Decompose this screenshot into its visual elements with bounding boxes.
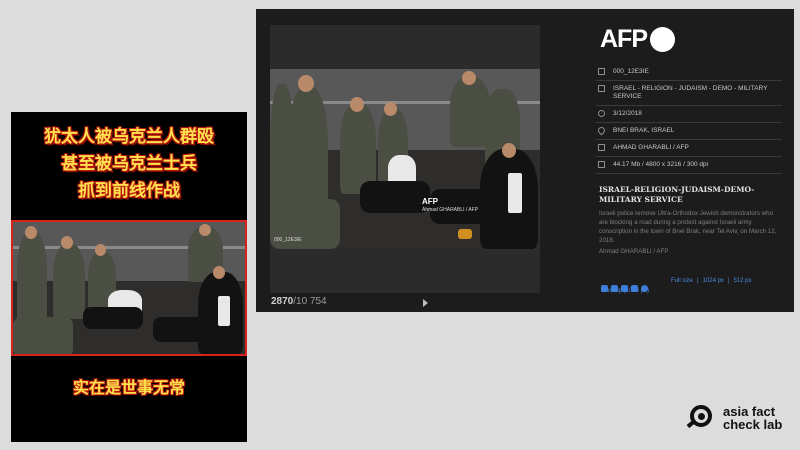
counter-current: 2870 xyxy=(271,296,294,307)
size-link-512[interactable]: 512 px xyxy=(734,278,752,284)
meta-id: 000_12E3IE xyxy=(613,68,649,75)
meta-row-date: 3/12/2018 xyxy=(596,106,782,123)
image-counter: 2870/10 754 xyxy=(271,296,327,307)
meta-row-file: 44.17 Mb / 4800 x 3216 / 300 dpi xyxy=(596,157,782,174)
photo-tools: Full size | 1024 px | 512 px Mockup (1024 px… xyxy=(601,278,791,297)
post-photo xyxy=(11,220,247,356)
afp-logo-dot xyxy=(650,27,675,52)
file-icon xyxy=(598,161,605,168)
brand-line-2: check lab xyxy=(723,417,783,432)
image-viewer[interactable]: AFP Ahmad GHARABLI / AFP 000_12E3IE xyxy=(270,25,540,293)
post-caption: 实在是世事无常 xyxy=(72,378,185,397)
afp-logo: AFP xyxy=(600,25,675,54)
social-post: 犹太人被乌克兰人群殴 甚至被乌克兰士兵 抓到前线作战 实在是世事无常 xyxy=(11,112,247,442)
id-icon xyxy=(598,68,605,75)
mockup-link[interactable]: Mockup (1024 px) xyxy=(601,288,649,294)
asia-fact-check-lab-logo: asia fact check lab xyxy=(686,405,782,431)
photo-watermark-credit: Ahmad GHARABLI / AFP xyxy=(422,207,479,213)
clock-icon xyxy=(598,110,605,117)
size-link-1024[interactable]: 1024 px xyxy=(703,278,724,284)
meta-row-location: BNEI BRAK, ISRAEL xyxy=(596,123,782,140)
photo-watermark-id: 000_12E3IE xyxy=(274,237,302,243)
metadata-list: 000_12E3IE ISRAEL - RELIGION - JUDAISM -… xyxy=(596,64,782,174)
post-title: 犹太人被乌克兰人群殴 甚至被乌克兰士兵 抓到前线作战 xyxy=(11,124,247,205)
meta-row-id: 000_12E3IE xyxy=(596,64,782,81)
post-title-line: 甚至被乌克兰士兵 xyxy=(61,154,197,174)
size-link-full[interactable]: Full size xyxy=(671,278,693,284)
location-icon xyxy=(596,125,607,136)
photo-description: Israeli police remove Ultra-Orthodox Jew… xyxy=(599,210,777,244)
post-title-line: 犹太人被乌克兰人群殴 xyxy=(44,127,214,147)
meta-photographer: AHMAD GHARABLI / AFP xyxy=(613,144,689,151)
meta-row-keywords: ISRAEL - RELIGION - JUDAISM - DEMO - MIL… xyxy=(596,81,782,106)
afp-photo[interactable]: AFP Ahmad GHARABLI / AFP 000_12E3IE xyxy=(270,69,540,249)
meta-file-info: 44.17 Mb / 4800 x 3216 / 300 dpi xyxy=(613,161,709,168)
next-arrow-icon[interactable] xyxy=(423,299,428,307)
meta-location: BNEI BRAK, ISRAEL xyxy=(613,127,675,134)
camera-icon xyxy=(598,144,605,151)
magnifier-logo-icon xyxy=(686,405,716,431)
photo-headline: ISRAEL-RELIGION-JUDAISM-DEMO-MILITARY SE… xyxy=(599,185,755,204)
tag-icon xyxy=(598,85,605,92)
photo-credit: Ahmad GHARABLI / AFP xyxy=(599,248,669,255)
meta-date: 3/12/2018 xyxy=(613,110,642,117)
afp-archive-panel: AFP Ahmad GHARABLI / AFP 000_12E3IE 2870… xyxy=(256,9,794,312)
post-title-line: 抓到前线作战 xyxy=(78,181,180,201)
counter-total: /10 754 xyxy=(293,296,327,307)
meta-row-photographer: AHMAD GHARABLI / AFP xyxy=(596,140,782,157)
afp-logo-text: AFP xyxy=(600,25,648,53)
brand-text: asia fact check lab xyxy=(723,405,782,431)
meta-keywords: ISRAEL - RELIGION - JUDAISM - DEMO - MIL… xyxy=(613,85,768,100)
photo-watermark-logo: AFP xyxy=(422,197,438,206)
size-links: Full size | 1024 px | 512 px xyxy=(671,278,752,284)
